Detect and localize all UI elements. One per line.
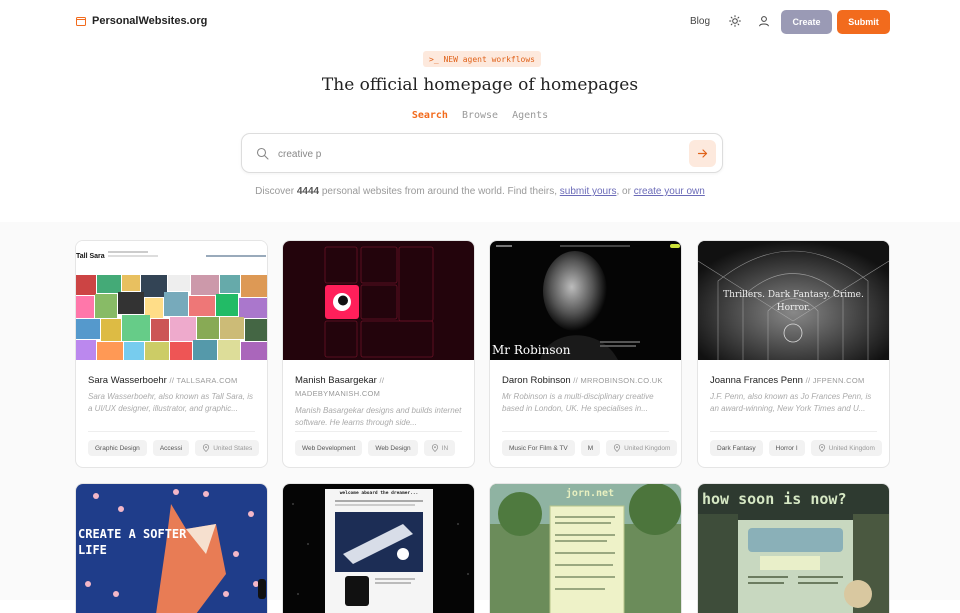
website-thumbnail: Tall Sara bbox=[76, 241, 267, 360]
discover-or: , or bbox=[616, 186, 634, 197]
location-tag[interactable]: IN bbox=[423, 440, 456, 456]
location-text: United Kingdom bbox=[828, 444, 875, 452]
domain-text: TALLSARA.COM bbox=[176, 376, 238, 385]
thumbnail-title: Thrillers. Dark Fantasy. Crime. Horror. bbox=[723, 290, 864, 313]
card-divider bbox=[710, 431, 877, 432]
card-divider bbox=[502, 431, 669, 432]
website-domain: // TALLSARA.COM bbox=[169, 376, 238, 385]
category-tag[interactable]: Web Development bbox=[295, 440, 363, 456]
arrow-right-icon bbox=[697, 149, 708, 158]
location-pin-icon bbox=[818, 444, 825, 452]
tag-list: Web Development Web Design IN bbox=[295, 440, 470, 456]
discover-text: Discover 4444 personal websites from aro… bbox=[0, 186, 960, 197]
search-box bbox=[241, 133, 723, 173]
website-card[interactable]: Thrillers. Dark Fantasy. Crime. Horror. … bbox=[697, 240, 890, 468]
category-tag[interactable]: M bbox=[580, 440, 601, 456]
category-tag[interactable]: Horror I bbox=[768, 440, 805, 456]
website-card[interactable]: welcome aboard the dreamer... bbox=[282, 483, 475, 613]
tag-list: Graphic Design Accessi United States bbox=[88, 440, 263, 456]
category-tag[interactable]: Accessi bbox=[152, 440, 190, 456]
user-icon[interactable] bbox=[758, 15, 770, 27]
category-tag[interactable]: Music For Film & TV bbox=[502, 440, 575, 456]
location-tag[interactable]: United States bbox=[195, 440, 260, 456]
search-submit-button[interactable] bbox=[689, 140, 716, 167]
submit-yours-link[interactable]: submit yours bbox=[560, 186, 617, 197]
site-header: PersonalWebsites.org Blog Create Submit bbox=[0, 0, 960, 44]
location-tag[interactable]: United Kingdom bbox=[606, 440, 677, 456]
website-card[interactable]: how soon is now? bbox=[697, 483, 890, 613]
website-thumbnail bbox=[283, 241, 474, 360]
website-name: Sara Wasserboehr // TALLSARA.COM bbox=[88, 374, 258, 387]
logo-text: PersonalWebsites.org bbox=[92, 15, 208, 27]
tab-agents[interactable]: Agents bbox=[512, 110, 548, 121]
website-description: Manish Basargekar designs and builds int… bbox=[295, 406, 462, 427]
domain-text: MADEBYMANISH.COM bbox=[295, 389, 381, 398]
website-thumbnail: Thrillers. Dark Fantasy. Crime. Horror. bbox=[698, 241, 889, 360]
tag-list: Music For Film & TV M United Kingdom bbox=[502, 440, 677, 456]
thumbnail-title: CREATE A SOFTER LIFE bbox=[78, 527, 187, 557]
website-thumbnail: Mr Robinson bbox=[490, 241, 681, 360]
site-logo[interactable]: PersonalWebsites.org bbox=[76, 15, 207, 27]
person-name: Joanna Frances Penn bbox=[710, 375, 803, 386]
website-card[interactable]: CREATE A SOFTER LIFE bbox=[75, 483, 268, 613]
forest-page-image bbox=[490, 484, 681, 613]
search-input[interactable] bbox=[278, 144, 678, 164]
category-tag[interactable]: Graphic Design bbox=[88, 440, 147, 456]
sun-icon[interactable] bbox=[729, 15, 741, 27]
person-name: Sara Wasserboehr bbox=[88, 375, 167, 386]
domain-text: MRROBINSON.CO.UK bbox=[580, 376, 663, 385]
location-pin-icon bbox=[203, 444, 210, 452]
website-card[interactable]: Mr Robinson Daron Robinson // MRROBINSON… bbox=[489, 240, 682, 468]
domain-text: JFPENN.COM bbox=[812, 376, 865, 385]
new-agent-workflows-badge[interactable]: >_ NEW agent workflows bbox=[423, 51, 541, 67]
thumbnail-title: Mr Robinson bbox=[492, 343, 571, 357]
location-text: IN bbox=[441, 444, 449, 452]
category-tag[interactable]: Dark Fantasy bbox=[710, 440, 763, 456]
website-description: Sara Wasserboehr, also known as Tall Sar… bbox=[88, 392, 253, 413]
tab-search[interactable]: Search bbox=[412, 110, 448, 121]
thumbnail-title: jorn.net bbox=[565, 488, 615, 499]
website-card[interactable]: Manish Basargekar //MADEBYMANISH.COM Man… bbox=[282, 240, 475, 468]
submit-button[interactable]: Submit bbox=[837, 10, 890, 34]
discover-middle: personal websites from around the world.… bbox=[319, 186, 560, 197]
website-name: Joanna Frances Penn // JFPENN.COM bbox=[710, 374, 880, 387]
grid-pattern-image bbox=[324, 246, 434, 358]
thumbnail-title: how soon is now? bbox=[702, 490, 847, 508]
card-divider bbox=[88, 431, 255, 432]
search-mode-tabs: Search Browse Agents bbox=[0, 110, 960, 121]
person-name: Daron Robinson bbox=[502, 375, 571, 386]
location-text: United States bbox=[213, 444, 253, 452]
discover-prefix: Discover bbox=[255, 186, 297, 197]
search-icon bbox=[256, 147, 269, 160]
website-description: Mr Robinson is a multi-disciplinary crea… bbox=[502, 392, 654, 413]
thumbnail-title: welcome aboard the dreamer... bbox=[339, 491, 419, 496]
page-title: The official homepage of homepages bbox=[321, 75, 639, 95]
location-pin-icon bbox=[614, 444, 621, 452]
website-domain: // MRROBINSON.CO.UK bbox=[573, 376, 663, 385]
person-name: Manish Basargekar bbox=[295, 375, 377, 386]
website-domain: // JFPENN.COM bbox=[805, 376, 865, 385]
nav-blog-link[interactable]: Blog bbox=[690, 16, 710, 27]
create-button[interactable]: Create bbox=[781, 10, 832, 34]
website-description: J.F. Penn, also known as Jo Frances Penn… bbox=[710, 392, 872, 413]
location-pin-icon bbox=[431, 444, 438, 452]
card-divider bbox=[295, 431, 462, 432]
website-count: 4444 bbox=[296, 186, 320, 197]
collage-image bbox=[76, 251, 267, 360]
browser-window-icon bbox=[76, 16, 86, 26]
tag-list: Dark Fantasy Horror I United Kingdom bbox=[710, 440, 885, 456]
website-card[interactable]: jorn.net bbox=[489, 483, 682, 613]
location-tag[interactable]: United Kingdom bbox=[810, 440, 882, 456]
create-your-own-link[interactable]: create your own bbox=[634, 186, 705, 197]
website-card[interactable]: Tall Sara Sara Wasserboehr // TALLSARA.C… bbox=[75, 240, 268, 468]
location-text: United Kingdom bbox=[624, 444, 671, 452]
tab-browse[interactable]: Browse bbox=[462, 110, 498, 121]
space-page-image bbox=[292, 489, 469, 613]
website-name: Manish Basargekar //MADEBYMANISH.COM bbox=[295, 374, 465, 400]
website-name: Daron Robinson // MRROBINSON.CO.UK bbox=[502, 374, 672, 387]
category-tag[interactable]: Web Design bbox=[368, 440, 418, 456]
